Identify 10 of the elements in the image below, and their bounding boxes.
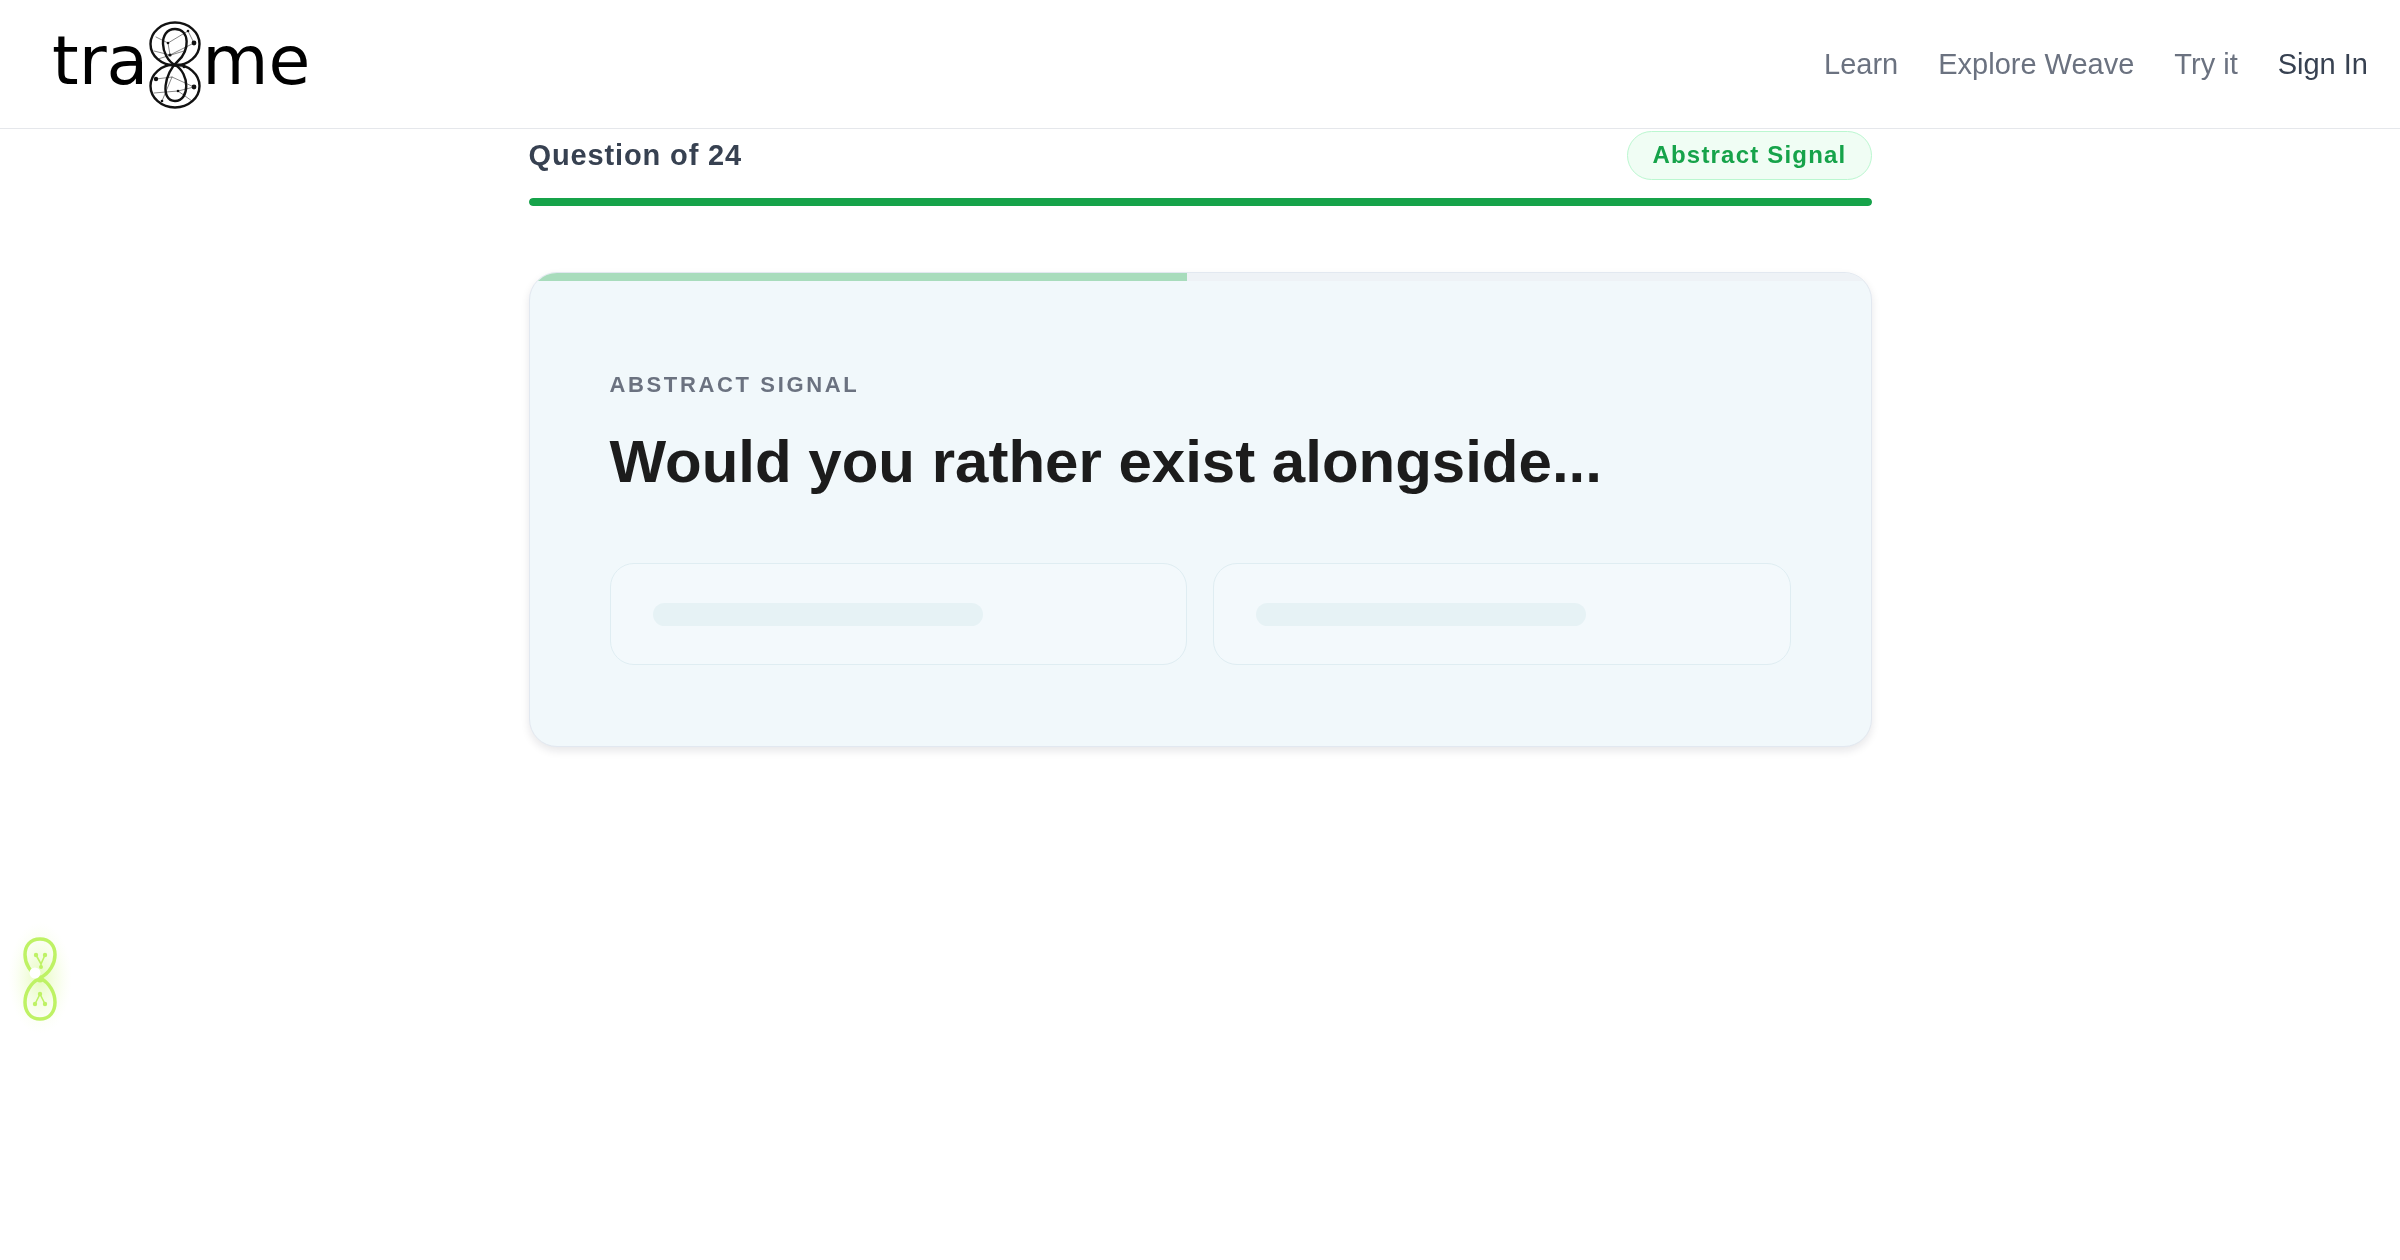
nav-link[interactable]: Explore Weave bbox=[1938, 49, 2135, 79]
category-label: ABSTRACT SIGNAL bbox=[609, 372, 861, 398]
category-badge: Abstract Signal bbox=[1627, 130, 1872, 180]
figure-eight-icon bbox=[148, 21, 203, 109]
nav-link[interactable]: Learn bbox=[1824, 49, 1899, 79]
logo-link[interactable]: tra me bbox=[52, 13, 311, 115]
nav-link[interactable]: Sign In bbox=[2277, 49, 2368, 79]
question-counter: Question of 24 bbox=[528, 140, 743, 170]
nav-link[interactable]: Try it bbox=[2174, 49, 2238, 79]
question-title: Would you rather exist alongside... bbox=[609, 429, 1603, 495]
